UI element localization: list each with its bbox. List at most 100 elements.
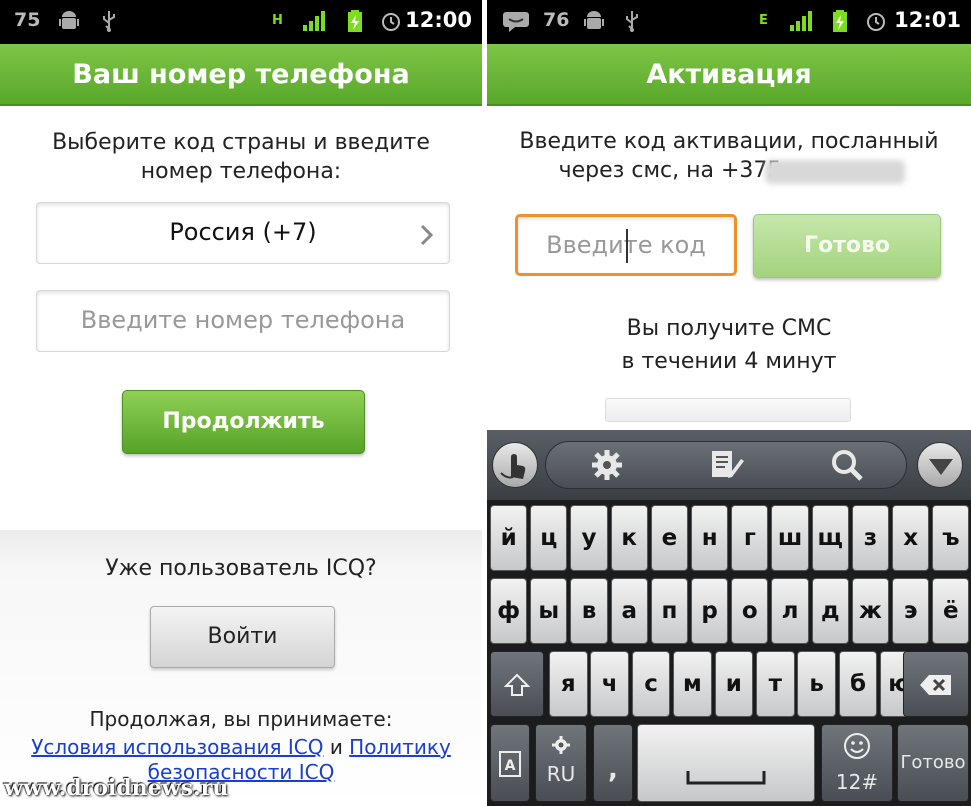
done-button[interactable]: Готово	[753, 214, 941, 278]
edit-text-button[interactable]	[687, 441, 767, 489]
key-ё[interactable]: ё	[932, 578, 970, 644]
instruction-line-1: Выберите код страны и введите	[52, 130, 430, 155]
instruction-line-2: номер телефона:	[140, 159, 342, 184]
shift-icon	[503, 673, 531, 696]
key-ъ[interactable]: ъ	[932, 505, 970, 571]
phone-prefix-text: через смс, на +375-	[558, 158, 790, 183]
key-п[interactable]: п	[650, 578, 689, 644]
key-ы[interactable]: ы	[530, 578, 568, 644]
swype-button[interactable]	[492, 442, 538, 488]
sms-info-line-2: в течении 4 минут	[621, 349, 837, 374]
battery-charging-icon	[833, 10, 847, 32]
terms-and: и	[329, 735, 343, 759]
language-label: RU	[546, 762, 576, 786]
key-ч[interactable]: ч	[590, 651, 629, 717]
backspace-icon	[920, 674, 951, 695]
settings-button[interactable]	[567, 441, 647, 489]
existing-user-text: Уже пользователь ICQ?	[105, 556, 377, 581]
android-icon	[59, 11, 79, 29]
phone-number-placeholder: Введите номер телефона	[80, 306, 406, 334]
key-л[interactable]: л	[771, 578, 809, 644]
key-о[interactable]: о	[731, 578, 769, 644]
status-bar: 75 H 12:00	[0, 0, 482, 44]
enter-done-key[interactable]: Готово	[897, 724, 969, 802]
edit-note-icon	[712, 451, 744, 478]
search-button[interactable]	[807, 441, 887, 489]
watermark: www.droidnews.ru	[4, 775, 229, 801]
chevron-right-icon	[420, 224, 434, 246]
terms-prefix: Продолжая, вы принимаете:	[89, 707, 393, 731]
smiley-icon	[844, 733, 870, 759]
privacy-link[interactable]: Политику	[349, 735, 451, 759]
usb-icon	[103, 11, 115, 32]
activation-code-input[interactable]: Введите код	[515, 214, 737, 276]
phone-number-input[interactable]: Введите номер телефона	[36, 290, 450, 352]
backspace-key[interactable]	[903, 651, 969, 717]
key-ш[interactable]: ш	[771, 505, 809, 571]
space-key[interactable]	[637, 724, 815, 802]
key-ф[interactable]: ф	[490, 578, 528, 644]
page-title: Активация	[487, 44, 971, 106]
search-icon	[832, 450, 863, 481]
phone-number-redacted	[765, 160, 905, 184]
soft-keyboard: йцукенгшщзхъ фывапролджэё ячсмитьбю A RU…	[487, 430, 971, 806]
key-х[interactable]: х	[892, 505, 930, 571]
key-д[interactable]: д	[811, 578, 849, 644]
text-mode-key[interactable]: A	[490, 724, 530, 802]
key-т[interactable]: т	[756, 651, 795, 717]
text-input-icon: A	[499, 751, 521, 777]
key-в[interactable]: в	[570, 578, 608, 644]
signal-icon	[790, 11, 812, 31]
shift-key[interactable]	[490, 651, 544, 717]
country-select[interactable]: Россия (+7)	[36, 202, 450, 264]
progress-bar	[605, 398, 851, 422]
key-м[interactable]: м	[673, 651, 712, 717]
key-г[interactable]: г	[731, 505, 769, 571]
battery-percent: 76	[543, 9, 570, 31]
gear-small-icon	[552, 736, 570, 754]
svg-text:A: A	[505, 758, 516, 774]
alarm-icon	[867, 13, 885, 31]
language-key[interactable]: RU	[535, 724, 587, 802]
terms-link[interactable]: Условия использования ICQ	[31, 735, 323, 759]
symbols-label: 12#	[835, 770, 879, 794]
battery-percent: 75	[14, 9, 41, 31]
activation-screen: 76 E 12:01 Активация Введите код активац…	[487, 0, 971, 806]
key-я[interactable]: я	[549, 651, 588, 717]
usb-icon	[626, 11, 638, 32]
android-icon	[584, 11, 604, 29]
keyboard-toolbar	[487, 430, 971, 500]
continue-button[interactable]: Продолжить	[122, 390, 365, 454]
key-э[interactable]: э	[892, 578, 930, 644]
key-к[interactable]: к	[610, 505, 648, 571]
hand-icon	[500, 454, 526, 479]
symbols-key[interactable]: 12#	[821, 724, 893, 802]
comma-key[interactable]: ,	[593, 724, 633, 802]
signal-icon	[303, 11, 325, 31]
key-и[interactable]: и	[714, 651, 754, 717]
key-й[interactable]: й	[490, 505, 528, 571]
hide-keyboard-button[interactable]	[917, 442, 963, 488]
gear-icon	[592, 450, 622, 480]
network-type-icon: E	[759, 13, 768, 28]
message-icon	[503, 12, 529, 32]
key-н[interactable]: н	[691, 505, 729, 571]
key-ь[interactable]: ь	[797, 651, 836, 717]
clock: 12:00	[405, 8, 472, 32]
phone-number-screen: 75 H 12:00 Ваш номер телефона Выберите к…	[0, 0, 485, 806]
key-ц[interactable]: ц	[530, 505, 568, 571]
key-е[interactable]: е	[650, 505, 689, 571]
alarm-icon	[382, 13, 400, 31]
key-з[interactable]: з	[851, 505, 890, 571]
login-button[interactable]: Войти	[150, 606, 335, 668]
key-с[interactable]: с	[631, 651, 671, 717]
key-ж[interactable]: ж	[851, 578, 890, 644]
key-б[interactable]: б	[838, 651, 878, 717]
sms-info-line-1: Вы получите СМС	[626, 316, 832, 341]
key-у[interactable]: у	[570, 505, 608, 571]
existing-user-section: Уже пользователь ICQ? Войти Продолжая, в…	[0, 530, 482, 806]
key-р[interactable]: р	[691, 578, 729, 644]
key-щ[interactable]: щ	[811, 505, 849, 571]
country-select-value: Россия (+7)	[169, 218, 317, 246]
key-а[interactable]: а	[610, 578, 648, 644]
